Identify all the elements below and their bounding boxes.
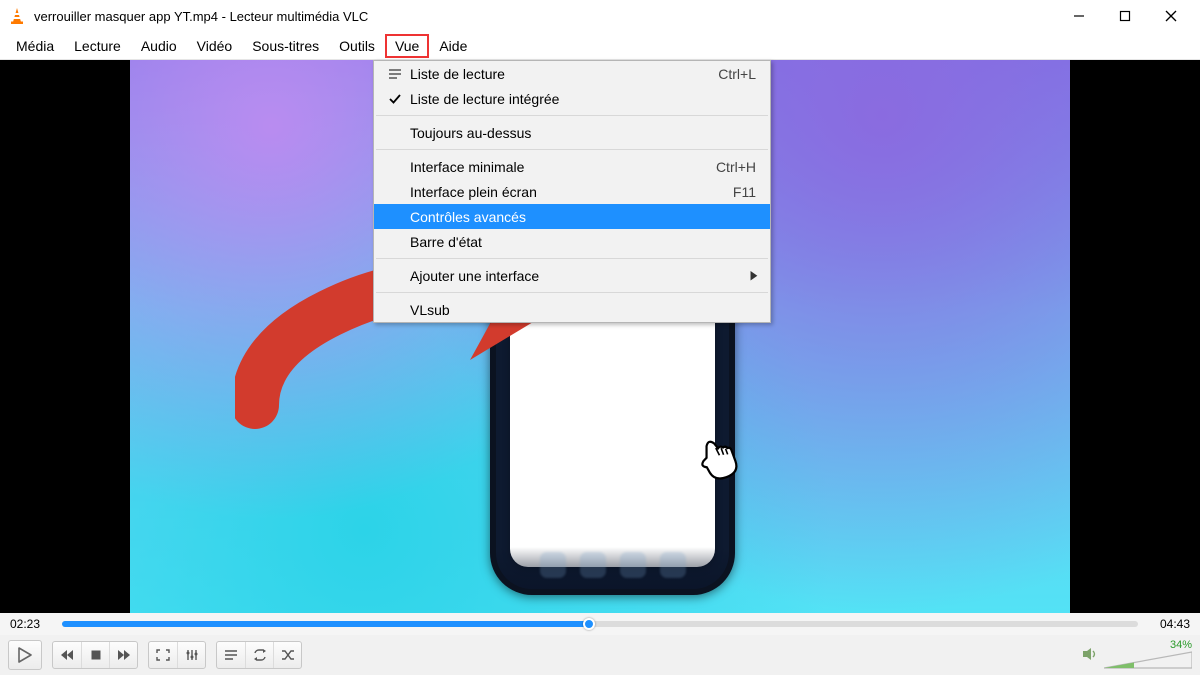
dd-separator: [376, 115, 768, 116]
close-button[interactable]: [1148, 0, 1194, 32]
dock-app: [660, 552, 686, 578]
extended-settings-button[interactable]: [177, 642, 205, 668]
minimize-button[interactable]: [1056, 0, 1102, 32]
assistive-touch-icon: [524, 491, 570, 537]
check-icon: [384, 93, 406, 105]
volume-slider[interactable]: [1104, 651, 1192, 671]
playlist-icon: [384, 68, 406, 80]
menu-video[interactable]: Vidéo: [187, 34, 243, 58]
playlist-button[interactable]: [217, 642, 245, 668]
next-button[interactable]: [109, 642, 137, 668]
dd-separator: [376, 292, 768, 293]
play-button[interactable]: [8, 640, 42, 670]
view-group: [148, 641, 206, 669]
vlc-cone-icon: [8, 7, 26, 25]
menu-outils[interactable]: Outils: [329, 34, 385, 58]
stop-button[interactable]: [81, 642, 109, 668]
dd-separator: [376, 258, 768, 259]
dd-liste-de-lecture[interactable]: Liste de lecture Ctrl+L: [374, 61, 770, 86]
seek-thumb[interactable]: [583, 618, 595, 630]
phone-dock: [496, 547, 729, 589]
dd-label: Interface plein écran: [406, 184, 733, 200]
maximize-button[interactable]: [1102, 0, 1148, 32]
titlebar: verrouiller masquer app YT.mp4 - Lecteur…: [0, 0, 1200, 32]
menubar: Média Lecture Audio Vidéo Sous-titres Ou…: [0, 32, 1200, 60]
nav-group: [52, 641, 138, 669]
dd-label: Ajouter une interface: [406, 268, 748, 284]
menu-vue[interactable]: Vue: [385, 34, 429, 58]
seek-row: 02:23 04:43: [0, 613, 1200, 635]
dd-label: Interface minimale: [406, 159, 716, 175]
dd-interface-plein-ecran[interactable]: Interface plein écran F11: [374, 179, 770, 204]
dd-label: Contrôles avancés: [406, 209, 760, 225]
dd-liste-integree[interactable]: Liste de lecture intégrée: [374, 86, 770, 111]
dd-ajouter-interface[interactable]: Ajouter une interface: [374, 263, 770, 288]
vue-dropdown: Liste de lecture Ctrl+L Liste de lecture…: [373, 60, 771, 323]
menu-media[interactable]: Média: [6, 34, 64, 58]
dock-app: [540, 552, 566, 578]
dd-shortcut: F11: [733, 184, 760, 200]
dd-label: Liste de lecture intégrée: [406, 91, 760, 107]
submenu-arrow-icon: [748, 270, 760, 281]
volume-percent: 34%: [1170, 639, 1192, 651]
time-total[interactable]: 04:43: [1148, 617, 1190, 631]
dd-label: Toujours au-dessus: [406, 125, 760, 141]
time-elapsed[interactable]: 02:23: [10, 617, 52, 631]
speaker-icon[interactable]: [1082, 647, 1098, 664]
dd-shortcut: Ctrl+H: [716, 159, 760, 175]
shuffle-button[interactable]: [273, 642, 301, 668]
dd-controles-avances[interactable]: Contrôles avancés: [374, 204, 770, 229]
fullscreen-button[interactable]: [149, 642, 177, 668]
dd-shortcut: Ctrl+L: [718, 66, 760, 82]
video-letterbox-right: [1070, 60, 1200, 613]
dd-interface-minimale[interactable]: Interface minimale Ctrl+H: [374, 154, 770, 179]
menu-aide[interactable]: Aide: [429, 34, 477, 58]
window-title: verrouiller masquer app YT.mp4 - Lecteur…: [34, 9, 1056, 24]
loop-button[interactable]: [245, 642, 273, 668]
dd-barre-etat[interactable]: Barre d'état: [374, 229, 770, 254]
volume-area: 34%: [1082, 639, 1192, 671]
dd-label: VLsub: [406, 302, 760, 318]
dd-label: Barre d'état: [406, 234, 760, 250]
previous-button[interactable]: [53, 642, 81, 668]
playlist-group: [216, 641, 302, 669]
dock-app: [580, 552, 606, 578]
controls-bar: 34%: [0, 635, 1200, 675]
seek-slider[interactable]: [62, 621, 1138, 627]
dd-label: Liste de lecture: [406, 66, 718, 82]
dd-toujours-au-dessus[interactable]: Toujours au-dessus: [374, 120, 770, 145]
dock-app: [620, 552, 646, 578]
menu-audio[interactable]: Audio: [131, 34, 187, 58]
menu-lecture[interactable]: Lecture: [64, 34, 131, 58]
video-letterbox-left: [0, 60, 130, 613]
dd-vlsub[interactable]: VLsub: [374, 297, 770, 322]
dd-separator: [376, 149, 768, 150]
hand-cursor-icon: [692, 435, 744, 485]
seek-fill: [62, 621, 589, 627]
menu-sous-titres[interactable]: Sous-titres: [242, 34, 329, 58]
